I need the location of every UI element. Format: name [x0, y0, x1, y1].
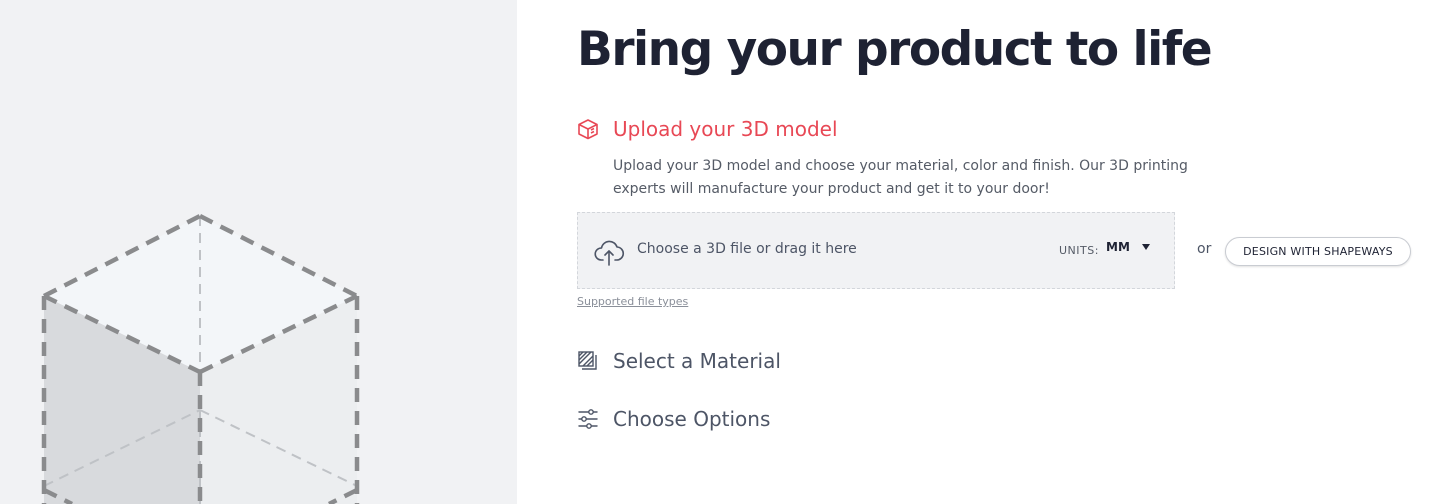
step-material[interactable]: Select a Material — [577, 349, 781, 373]
illustration-panel — [0, 0, 517, 504]
cloud-upload-icon — [594, 240, 625, 266]
step-material-title: Select a Material — [613, 349, 781, 373]
or-separator: or — [1197, 241, 1212, 257]
material-swatch-icon — [578, 351, 597, 370]
file-dropzone[interactable]: Choose a 3D file or drag it here UNITS: … — [577, 212, 1175, 289]
chevron-down-icon — [1141, 244, 1150, 250]
step-upload: Upload your 3D model — [577, 117, 838, 141]
step-options-title: Choose Options — [613, 407, 771, 431]
units-select[interactable]: MM — [1106, 240, 1150, 254]
sliders-icon — [578, 409, 598, 429]
step-upload-description: Upload your 3D model and choose your mat… — [613, 158, 1188, 197]
dropzone-prompt: Choose a 3D file or drag it here — [637, 241, 857, 257]
cube-icon — [578, 119, 598, 140]
units-label: UNITS: — [1059, 244, 1099, 257]
step-upload-title: Upload your 3D model — [613, 117, 838, 141]
units-value: MM — [1106, 240, 1130, 254]
page: Bring your product to life Upload your 3… — [0, 0, 1443, 504]
dashed-cube-illustration — [41, 213, 360, 504]
page-title: Bring your product to life — [577, 22, 1213, 77]
step-options[interactable]: Choose Options — [577, 407, 770, 431]
upload-panel: Bring your product to life Upload your 3… — [577, 0, 1427, 504]
supported-file-types-link[interactable]: Supported file types — [577, 295, 688, 308]
design-with-shapeways-button[interactable]: DESIGN WITH SHAPEWAYS — [1225, 237, 1411, 266]
